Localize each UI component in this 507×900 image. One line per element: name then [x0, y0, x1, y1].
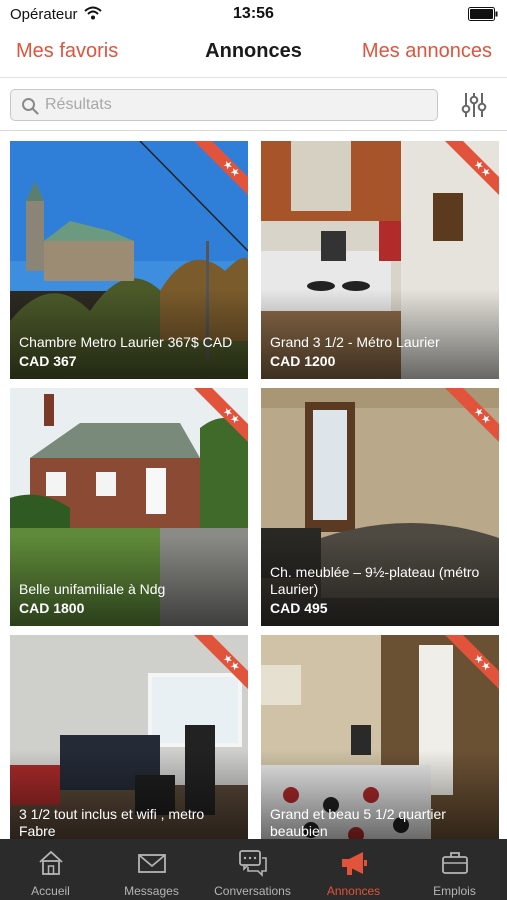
tab-emplois[interactable]: Emplois — [404, 839, 505, 900]
featured-ribbon-icon: ★★ — [445, 388, 499, 442]
listing-price: CAD 1800 — [19, 600, 85, 616]
status-time: 13:56 — [233, 5, 274, 22]
listing-title: Ch. meublée – 9½-plateau (métro Laurier) — [270, 564, 480, 597]
listing-price: CAD 367 — [19, 353, 77, 369]
featured-ribbon-icon: ★★ — [194, 635, 248, 689]
home-icon — [39, 850, 63, 875]
listing-price: CAD 1200 — [270, 353, 336, 369]
tab-label: Accueil — [31, 884, 70, 898]
search-icon — [22, 98, 39, 115]
chat-bubbles-icon — [239, 850, 267, 877]
navigation-bar: Mes favoris Annonces Mes annonces — [0, 30, 507, 78]
tab-conversations[interactable]: Conversations — [202, 839, 303, 900]
my-listings-button[interactable]: Mes annonces — [362, 40, 492, 63]
featured-ribbon-icon: ★★ — [194, 388, 248, 442]
battery-icon — [468, 7, 498, 21]
listing-card[interactable]: Grand et beau 5 1/2 quartier beaubien ★★ — [261, 635, 499, 840]
status-bar: Opérateur 13:56 — [0, 0, 507, 30]
featured-ribbon-icon: ★★ — [194, 141, 248, 195]
featured-ribbon-icon: ★★ — [445, 141, 499, 195]
listing-title: Belle unifamiliale à Ndg — [19, 581, 166, 597]
listing-price: CAD 495 — [270, 600, 328, 616]
listing-title: 3 1/2 tout inclus et wifi , metro Fabre — [19, 806, 205, 839]
search-row — [0, 79, 507, 131]
my-favorites-button[interactable]: Mes favoris — [16, 40, 118, 63]
tab-bar: Accueil Messages Conversations Annonces — [0, 839, 507, 900]
briefcase-icon — [442, 852, 468, 874]
tab-label: Conversations — [214, 884, 291, 898]
listing-card[interactable]: 3 1/2 tout inclus et wifi , metro Fabre … — [10, 635, 248, 840]
listing-title: Grand et beau 5 1/2 quartier beaubien — [270, 806, 446, 839]
tab-label: Emplois — [433, 884, 476, 898]
megaphone-icon — [342, 852, 367, 875]
filter-sliders-icon[interactable] — [460, 91, 488, 119]
tab-annonces[interactable]: Annonces — [303, 839, 404, 900]
listing-card[interactable]: Chambre Metro Laurier 367$ CAD CAD 367 ★… — [10, 141, 248, 379]
listing-title: Chambre Metro Laurier 367$ CAD — [19, 334, 233, 350]
tab-label: Messages — [124, 884, 179, 898]
tab-messages[interactable]: Messages — [101, 839, 202, 900]
featured-ribbon-icon: ★★ — [445, 635, 499, 689]
tab-accueil[interactable]: Accueil — [0, 839, 101, 900]
search-input[interactable] — [45, 93, 425, 117]
listing-card[interactable]: Ch. meublée – 9½-plateau (métro Laurier)… — [261, 388, 499, 626]
listing-title: Grand 3 1/2 - Métro Laurier — [270, 334, 440, 350]
listing-card[interactable]: Belle unifamiliale à Ndg CAD 1800 ★★ — [10, 388, 248, 626]
listing-card[interactable]: Grand 3 1/2 - Métro Laurier CAD 1200 ★★ — [261, 141, 499, 379]
envelope-icon — [138, 854, 166, 873]
search-box[interactable] — [10, 89, 438, 121]
tab-label: Annonces — [326, 884, 381, 898]
